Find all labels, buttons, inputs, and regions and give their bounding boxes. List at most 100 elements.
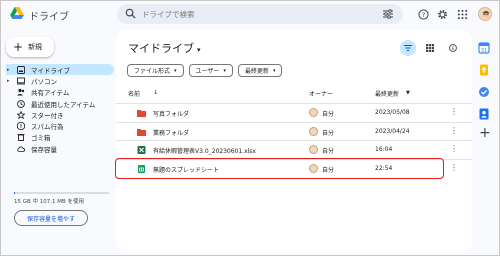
sidebar-item-label: スター付き [31, 111, 64, 120]
shared-icon [17, 89, 25, 96]
list-view-button[interactable] [400, 40, 416, 56]
chevron-down-icon: ▾ [174, 67, 177, 74]
sidebar-item-recent[interactable]: 最近使用したアイテム [0, 98, 115, 109]
get-more-storage-button[interactable]: 保存容量を増やす [14, 210, 88, 226]
expand-caret-icon[interactable]: ▸ [7, 67, 10, 73]
file-name: 写真フォルダ [153, 111, 190, 118]
grid-view-icon [426, 44, 434, 52]
sidebar-item-label: マイドライブ [31, 66, 70, 75]
sidebar-item-label: 共有アイテム [31, 89, 70, 98]
column-name-header[interactable]: 名前 [128, 89, 140, 98]
calendar-icon[interactable]: 31 [478, 42, 490, 54]
add-apps-plus-icon[interactable]: + [479, 126, 493, 140]
page-title-text: マイドライブ [128, 42, 194, 55]
svg-text:?: ? [422, 11, 425, 19]
sidebar-item-shared[interactable]: 共有アイテム [0, 87, 115, 98]
trash-icon [17, 134, 25, 142]
owner-name: 自分 [322, 166, 335, 174]
new-button[interactable]: + 新規 [6, 37, 54, 57]
search-box[interactable] [117, 4, 403, 24]
sidebar-item-label: 保存容量 [31, 145, 57, 154]
sidebar-item-computers[interactable]: ▸ パソコン [0, 75, 115, 86]
table-header: 名前 ↓ オーナー 最終更新 ▼ [128, 89, 464, 101]
page-title[interactable]: マイドライブ ▾ [128, 40, 201, 56]
sidebar-item-starred[interactable]: スター付き [0, 109, 115, 120]
new-button-label: 新規 [28, 43, 43, 51]
search-icon[interactable] [125, 8, 136, 19]
drive-logo-icon[interactable] [10, 7, 24, 19]
star-icon [17, 110, 25, 119]
keep-icon[interactable] [478, 64, 490, 76]
owner-avatar [309, 145, 318, 154]
more-actions-icon[interactable]: ⋮ [450, 144, 458, 153]
sheets-file-icon [138, 164, 145, 173]
sort-arrow-icon[interactable]: ↓ [153, 89, 158, 96]
plus-icon: + [13, 40, 24, 54]
grid-view-button[interactable] [422, 40, 438, 56]
file-name: 業務フォルダ [153, 129, 190, 137]
column-modified-header[interactable]: 最終更新 [375, 89, 399, 98]
sort-dropdown-icon[interactable]: ▼ [406, 90, 410, 96]
settings-gear-icon[interactable] [437, 9, 448, 20]
details-button[interactable] [445, 40, 461, 56]
cloud-icon [17, 146, 25, 152]
owner-name: 自分 [322, 148, 335, 155]
owner-avatar [309, 108, 318, 117]
storage-usage-text: 15 GB 中 107.1 MB を使用 [14, 199, 85, 205]
filter-chip-modified[interactable]: 最終更新 ▾ [237, 64, 283, 77]
owner-avatar [309, 126, 318, 136]
table-row[interactable]: 写真フォルダ 自分 2023/05/08 ⋮ [116, 103, 472, 122]
sidebar-item-trash[interactable]: ゴミ箱 [0, 132, 115, 143]
expand-caret-icon[interactable]: ▸ [7, 78, 10, 84]
sidebar-item-storage[interactable]: 保存容量 [0, 143, 115, 154]
modified-date: 2023/05/08 [375, 109, 410, 116]
more-actions-icon[interactable]: ⋮ [450, 126, 458, 135]
more-actions-icon[interactable]: ⋮ [450, 107, 458, 116]
sidebar-item-my-drive[interactable]: ▸ マイドライブ [6, 64, 114, 76]
info-icon [449, 44, 457, 52]
app-brand: ドライブ [29, 12, 69, 23]
chip-label: 最終更新 [244, 68, 269, 75]
filter-chip-file-type[interactable]: ファイル形式 ▾ [127, 64, 184, 77]
sidebar-item-label: スパム行為 [31, 123, 64, 132]
help-icon[interactable]: ? [418, 9, 429, 20]
table-row[interactable]: 有給休暇管理表V3.0_20230601.xlsx 自分 16:04 ⋮ [116, 140, 472, 159]
table-row[interactable]: 業務フォルダ 自分 2023/04/24 ⋮ [116, 121, 472, 141]
chip-label: ユーザー [195, 68, 220, 75]
modified-date: 22:54 [375, 164, 393, 172]
contacts-icon[interactable] [478, 108, 490, 120]
chevron-down-icon: ▾ [223, 67, 226, 74]
file-name: 有給休暇管理表V3.0_20230601.xlsx [153, 148, 256, 155]
owner-name: 自分 [322, 129, 335, 137]
storage-usage-fill [14, 192, 15, 194]
more-actions-icon[interactable]: ⋮ [450, 163, 458, 172]
sidebar-item-label: パソコン [31, 77, 57, 86]
recent-icon [17, 99, 25, 108]
storage-usage-bar [14, 192, 109, 194]
search-input[interactable] [142, 4, 362, 24]
account-avatar[interactable] [478, 7, 492, 21]
modified-date: 2023/04/24 [375, 127, 410, 135]
folder-icon [137, 110, 146, 117]
modified-date: 16:04 [375, 146, 393, 153]
chevron-down-icon: ▾ [272, 67, 276, 74]
sidebar-item-label: ゴミ箱 [31, 134, 51, 143]
column-owner-header[interactable]: オーナー [309, 89, 333, 98]
file-list: 写真フォルダ 自分 2023/05/08 ⋮ 業務フォルダ 自分 2023/04… [115, 103, 472, 179]
dropdown-arrow-icon: ▾ [197, 46, 201, 54]
sidebar-item-label: 最近使用したアイテム [31, 100, 96, 109]
my-drive-icon [17, 65, 25, 74]
apps-grid-icon[interactable] [457, 9, 468, 20]
file-name: 無題のスプレッドシート [153, 166, 220, 174]
filter-chip-people[interactable]: ユーザー ▾ [188, 64, 233, 77]
excel-file-icon [137, 146, 146, 154]
spam-icon [17, 122, 25, 131]
folder-icon [137, 128, 146, 136]
search-options-icon[interactable] [383, 9, 393, 19]
sidebar-item-spam[interactable]: スパム行為 [0, 120, 115, 131]
tasks-icon[interactable] [478, 86, 490, 98]
table-row[interactable]: 無題のスプレッドシート 自分 22:54 ⋮ [115, 157, 472, 179]
svg-text:31: 31 [481, 48, 487, 54]
chip-label: ファイル形式 [134, 68, 171, 75]
sidebar-nav: ▸ マイドライブ ▸ パソコン 共有アイテム 最近使用したアイテム スター付き … [0, 64, 115, 154]
